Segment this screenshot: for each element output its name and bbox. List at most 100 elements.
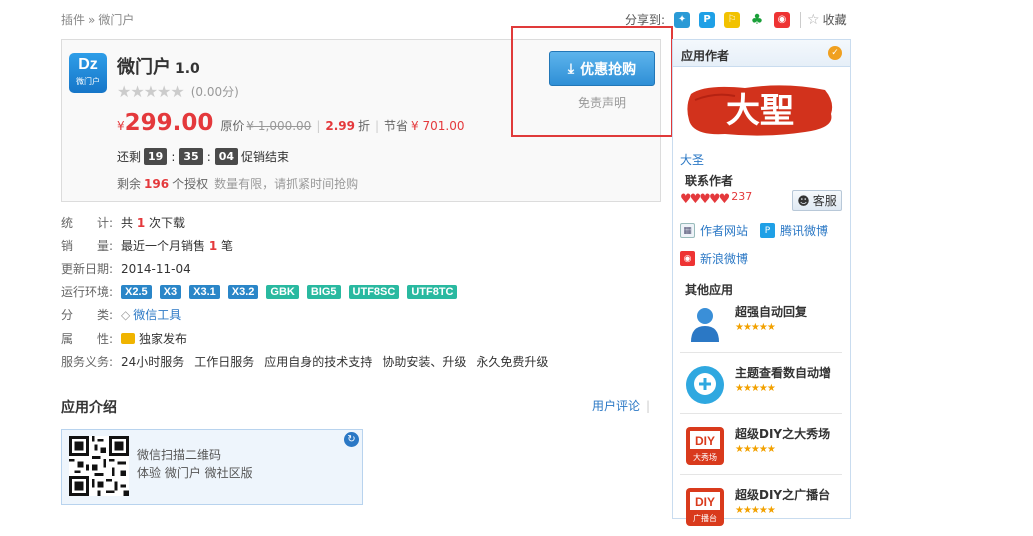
- author-name[interactable]: 大圣: [680, 151, 704, 168]
- customer-service-button[interactable]: ☻ 客服: [792, 190, 842, 211]
- service-item: 应用自身的技术支持: [264, 355, 373, 369]
- env-tag: GBK: [266, 284, 299, 299]
- app-name: 超强自动回复: [735, 305, 808, 319]
- info-key: 统 计:: [61, 216, 114, 230]
- svg-text:大秀场: 大秀场: [693, 452, 717, 462]
- reputation: ♥♥♥♥♥ 237: [680, 190, 753, 207]
- link-label: 作者网站: [700, 224, 749, 238]
- app-stars: ★★★★★: [735, 505, 776, 516]
- diy-icon: DIY 广播台: [686, 488, 724, 526]
- countdown-minutes: 35: [179, 148, 203, 165]
- info-services: 服务义务: 24小时服务 工作日服务 应用自身的技术支持 协助安装、升级 永久免…: [61, 353, 558, 370]
- sidebar-header: 应用作者 ✓: [673, 40, 850, 67]
- info-text: 最近一个月销售: [121, 239, 206, 253]
- service-item: 24小时服务: [121, 355, 185, 369]
- qq-friends-icon[interactable]: ⚐: [724, 11, 741, 28]
- app-stars: ★★★★★: [735, 444, 776, 455]
- category-link[interactable]: 微信工具: [133, 306, 181, 323]
- qr-caption: 微信扫描二维码 体验 微门户 微社区版: [137, 446, 253, 482]
- divider: |: [374, 119, 380, 133]
- info-environment: 运行环境: X2.5 X3 X3.1 X3.2 GBK BIG5 UTF8SC …: [61, 283, 465, 300]
- app-item[interactable]: DIY 大秀场 超级DIY之大秀场 ★★★★★: [680, 418, 842, 475]
- save-amount: ¥ 701.00: [411, 119, 465, 133]
- contact-title: 联系作者: [685, 174, 734, 188]
- svg-text:DIY: DIY: [695, 495, 715, 509]
- tag-icon: ◇: [121, 307, 131, 322]
- kefu-label: 客服: [812, 194, 837, 208]
- sina-weibo-link[interactable]: ◉ 新浪微博: [680, 250, 748, 267]
- exclusive-icon: [121, 333, 135, 344]
- info-text: 次下载: [149, 216, 186, 230]
- remain-count: 196: [144, 177, 170, 191]
- product-name: 微门户: [117, 57, 171, 78]
- rating-stars[interactable]: ★★★★★: [117, 82, 185, 101]
- divider: |: [316, 119, 321, 133]
- logo-subtext: 微门户: [76, 77, 100, 86]
- rating-score: (0.00分): [190, 85, 239, 99]
- info-key: 属 性:: [61, 332, 114, 346]
- app-item[interactable]: 主题查看数自动增 ★★★★★: [680, 357, 842, 414]
- colon: :: [171, 149, 176, 164]
- sina-weibo-icon[interactable]: ◉: [774, 11, 791, 28]
- service-item: 永久免费升级: [476, 355, 549, 369]
- logo-text: Dz: [78, 56, 98, 73]
- info-updated: 更新日期: 2014-11-04: [61, 260, 191, 277]
- service-item: 工作日服务: [194, 355, 255, 369]
- heart-icons: ♥♥♥♥♥: [680, 192, 730, 207]
- app-name: 超级DIY之大秀场: [735, 427, 831, 441]
- app-name: 主题查看数自动增: [735, 366, 832, 380]
- refresh-icon[interactable]: ↻: [344, 432, 359, 447]
- tencent-weibo-icon[interactable]: P: [699, 11, 716, 28]
- countdown-suffix: 促销结束: [241, 150, 290, 164]
- sidebar-title: 应用作者: [681, 49, 730, 63]
- remaining-licenses: 剩余 196 个授权 数量有限，请抓紧时间抢购: [117, 175, 358, 192]
- qr-line2: 体验 微门户 微社区版: [137, 466, 253, 480]
- info-category: 分 类: ◇ 微信工具: [61, 306, 181, 323]
- env-tag: X3.2: [227, 284, 259, 299]
- env-tag: X2.5: [121, 284, 152, 299]
- app-name: 超级DIY之广播台: [735, 488, 831, 502]
- reviews-tab[interactable]: 用户评论 |: [592, 397, 650, 414]
- author-website-link[interactable]: ▦ 作者网站: [680, 222, 748, 239]
- author-avatar[interactable]: 大聖: [685, 80, 835, 138]
- favorite-button[interactable]: ☆ 收藏: [800, 11, 847, 28]
- chat-bubble-icon: [686, 366, 724, 404]
- app-item[interactable]: DIY 广播台 超级DIY之广播台 ★★★★★: [680, 479, 842, 536]
- env-tag: X3.1: [189, 284, 220, 299]
- discount-value: 2.99: [325, 119, 355, 133]
- reviews-label: 用户评论: [592, 399, 641, 413]
- info-key: 更新日期:: [61, 262, 114, 276]
- svg-text:DIY: DIY: [695, 434, 715, 448]
- env-tag: BIG5: [306, 284, 341, 299]
- favorite-label: 收藏: [822, 13, 847, 27]
- product-logo: Dz 微门户: [69, 53, 107, 93]
- qzone-icon[interactable]: ✦: [674, 11, 691, 28]
- remain-note: 数量有限，请抓紧时间抢购: [214, 177, 359, 191]
- kaixin-icon[interactable]: ♣: [749, 11, 766, 28]
- remain-unit: 个授权: [172, 177, 209, 191]
- highlight-box: [511, 26, 673, 137]
- countdown-seconds: 04: [214, 148, 239, 165]
- website-icon: ▦: [680, 223, 695, 238]
- updated-date: 2014-11-04: [121, 261, 191, 276]
- tencent-weibo-link[interactable]: P 腾讯微博: [760, 222, 828, 239]
- app-stars: ★★★★★: [735, 383, 776, 394]
- env-tag: X3: [159, 284, 182, 299]
- reputation-count: 237: [731, 190, 753, 203]
- intro-title: 应用介绍: [61, 400, 117, 416]
- info-key: 运行环境:: [61, 285, 114, 299]
- colon: :: [206, 149, 211, 164]
- star-icon: ☆: [807, 11, 820, 28]
- breadcrumb-separator: »: [88, 13, 96, 27]
- app-item[interactable]: 超强自动回复 ★★★★★: [680, 296, 842, 353]
- link-label: 腾讯微博: [780, 224, 829, 238]
- breadcrumb-plugins[interactable]: 插件: [61, 13, 85, 27]
- info-downloads: 统 计: 共 1 次下载: [61, 214, 185, 231]
- product-title: 微门户 1.0: [117, 53, 200, 79]
- user-icon: [691, 308, 719, 342]
- product-rating: ★★★★★ (0.00分): [117, 82, 239, 101]
- svg-text:广播台: 广播台: [693, 513, 717, 523]
- sales-count: 1: [208, 238, 218, 253]
- divider: [800, 11, 802, 28]
- countdown: 还剩 19: 35: 04 促销结束: [117, 148, 289, 165]
